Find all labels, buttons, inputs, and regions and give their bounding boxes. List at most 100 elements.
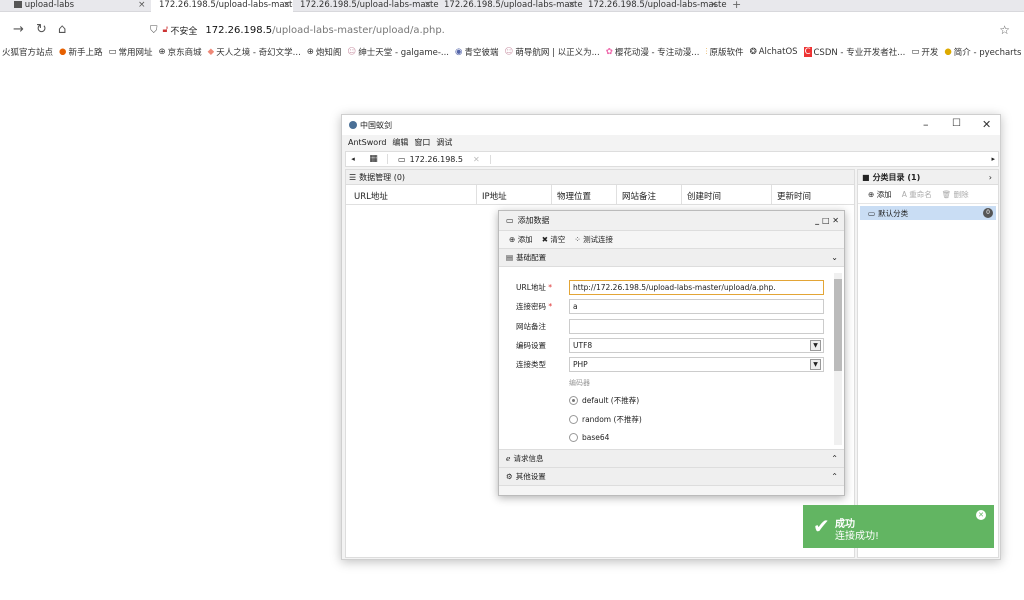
tab-title: 172.26.198.5/upload-labs-maste [300, 0, 439, 10]
browser-tab[interactable]: 172.26.198.5/upload-labs-maste × [588, 0, 728, 12]
tab-close-icon[interactable]: × [568, 0, 576, 10]
scroll-right-icon[interactable]: ▸ [991, 155, 995, 163]
encoding-select[interactable]: UTF8 ▼ [569, 338, 824, 353]
star-icon[interactable]: ☆ [999, 23, 1010, 37]
bookmark-item[interactable]: ⊕ 京东商城 [159, 44, 202, 60]
bookmark-item[interactable]: ❂ AlchatOS [750, 44, 798, 60]
bookmarks-bar: 火狐官方站点 ● 新手上路 ▭ 常用网址 ⊕ 京东商城 ◆ 天人之境 - 奇幻文学...… [0, 44, 1024, 60]
bookmark-item[interactable]: ● 新手上路 [59, 44, 102, 60]
tab-172-26-198-5[interactable]: ▭ 172.26.198.5 ✕ [388, 154, 491, 164]
folder-icon: ▭ [398, 154, 406, 164]
col-updated[interactable]: 更新时间 [777, 190, 811, 202]
folder-icon: ▭ [108, 47, 117, 57]
close-icon[interactable]: ✕ [832, 216, 839, 225]
bookmark-item[interactable]: ▭ 常用网址 [108, 44, 152, 60]
forward-icon[interactable]: → [13, 22, 24, 37]
minimize-icon[interactable]: – [923, 118, 929, 131]
clear-button[interactable]: ✖ 清空 [542, 234, 566, 245]
col-created[interactable]: 创建时间 [687, 190, 721, 202]
plus-icon: ⊕ [868, 189, 875, 199]
menu-window[interactable]: 窗口 [414, 137, 430, 148]
browser-tab-active[interactable]: 172.26.198.5/upload-labs-maste × [151, 0, 293, 12]
maximize-icon[interactable]: ☐ [952, 118, 961, 129]
chevron-right-icon[interactable]: › [989, 173, 992, 182]
check-icon: ✔ [813, 514, 830, 538]
section-request-info[interactable]: ℯ 请求信息 ⌃ [499, 450, 844, 468]
encoder-default-radio[interactable]: default (不推荐) [569, 395, 639, 406]
bookmark-item[interactable]: ⫶ 原版软件 [705, 44, 743, 60]
radio-selected-icon [569, 396, 578, 405]
bookmark-item[interactable]: ▭ 开发 [911, 44, 938, 60]
browser-tab[interactable]: upload-labs × [14, 0, 148, 12]
category-count-badge: 0 [983, 208, 993, 218]
url-host: 172.26.198.5 [205, 24, 273, 36]
category-delete-button[interactable]: 🗑︎ 删除 [942, 189, 969, 200]
tab-title: 172.26.198.5/upload-labs-maste [159, 0, 293, 10]
category-add-button[interactable]: ⊕ 添加 [868, 189, 892, 200]
col-url[interactable]: URL地址 [354, 190, 388, 202]
section-title: 基础配置 [516, 253, 547, 262]
maximize-icon[interactable]: □ [822, 216, 830, 225]
note-input[interactable] [569, 319, 824, 334]
menu-edit[interactable]: 编辑 [392, 137, 408, 148]
category-toolbar: ⊕ 添加 A 重命名 🗑︎ 删除 [858, 185, 998, 204]
tab-close-icon[interactable]: × [138, 0, 146, 10]
bookmark-item[interactable]: 火狐官方站点 [2, 44, 53, 60]
bookmark-item[interactable]: ◆ 天人之境 - 奇幻文学... [208, 44, 301, 60]
bookmark-item[interactable]: ⊕ 炮知阁 [307, 44, 342, 60]
menu-antsword[interactable]: AntSword [348, 138, 386, 147]
app-tabbar: ◂ ▦ ▭ 172.26.198.5 ✕ ▸ [345, 151, 999, 167]
category-item-default[interactable]: ▭ 默认分类 0 [860, 206, 996, 220]
tab-close-icon[interactable]: × [424, 0, 432, 10]
reload-icon[interactable]: ↻ [36, 22, 47, 37]
app-menubar: AntSword 编辑 窗口 调试 [342, 136, 1000, 149]
tab-close-icon[interactable]: × [283, 0, 291, 10]
url-input[interactable]: http://172.26.198.5/upload-labs-master/u… [569, 280, 824, 295]
site-icon: ☺ [504, 47, 514, 57]
close-icon[interactable]: ✕ [982, 118, 991, 131]
encoder-base64-radio[interactable]: base64 [569, 433, 609, 442]
tab-close-icon[interactable]: ✕ [473, 155, 480, 164]
browser-tab[interactable]: 172.26.198.5/upload-labs-maste × [444, 0, 584, 12]
plus-icon: ⊕ [509, 235, 516, 244]
chevron-up-icon: ⌃ [831, 472, 838, 481]
chevron-down-icon: ▼ [810, 359, 821, 370]
home-icon[interactable]: ⌂ [58, 22, 66, 37]
radio-icon [569, 415, 578, 424]
category-rename-button[interactable]: A 重命名 [902, 189, 932, 200]
scroll-left-icon[interactable]: ◂ [346, 155, 360, 163]
home-grid-icon[interactable]: ▦ [360, 154, 388, 164]
section-title: 其他设置 [515, 472, 546, 481]
folder-icon: ▭ [911, 47, 920, 57]
browser-tab[interactable]: 172.26.198.5/upload-labs-maste × [300, 0, 440, 12]
form-scrollbar-thumb[interactable] [834, 279, 842, 371]
type-select[interactable]: PHP ▼ [569, 357, 824, 372]
bookmark-item[interactable]: ◉ 青空彼端 [455, 44, 498, 60]
test-connection-button[interactable]: ⁘ 测试连接 [574, 234, 613, 245]
add-button[interactable]: ⊕ 添加 [509, 234, 533, 245]
encoder-random-radio[interactable]: random (不推荐) [569, 414, 642, 425]
minimize-icon[interactable]: _ [815, 216, 819, 225]
password-input[interactable]: a [569, 299, 824, 314]
bookmark-item[interactable]: ✿ 樱花动漫 - 专注动漫... [606, 44, 700, 60]
browser-tab-strip: upload-labs × 172.26.198.5/upload-labs-m… [0, 0, 1024, 12]
lock-insecure-icon[interactable]: 🔓︎ [163, 25, 169, 35]
tab-close-icon[interactable]: × [710, 0, 718, 10]
bookmark-item[interactable]: ● 简介 - pyecharts [944, 44, 1021, 60]
col-ip[interactable]: IP地址 [482, 190, 507, 202]
toast-message: 连接成功! [835, 531, 880, 542]
col-location[interactable]: 物理位置 [557, 190, 591, 202]
type-label: 连接类型 [516, 360, 546, 369]
category-title: 分类目录 (1) [872, 172, 921, 182]
section-other-settings[interactable]: ⚙ 其他设置 ⌃ [499, 468, 844, 486]
bookmark-item[interactable]: ☺ 萌导航网 | 以正义为... [504, 44, 599, 60]
bookmark-item[interactable]: C CSDN - 专业开发者社... [803, 44, 905, 60]
chevron-down-icon: ▼ [810, 340, 821, 351]
new-tab-button[interactable]: + [732, 0, 746, 12]
bookmark-item[interactable]: ☺ 绅士天堂 - galgame-... [347, 44, 449, 60]
col-note[interactable]: 网站备注 [622, 190, 656, 202]
toast-close-icon[interactable]: ✕ [976, 510, 986, 520]
section-basic-config[interactable]: ▤ 基础配置 ⌄ [499, 249, 844, 267]
address-bar[interactable]: ⛉ 🔓︎ 不安全 172.26.198.5 /upload-labs-maste… [150, 20, 1010, 40]
menu-debug[interactable]: 调试 [436, 137, 452, 148]
